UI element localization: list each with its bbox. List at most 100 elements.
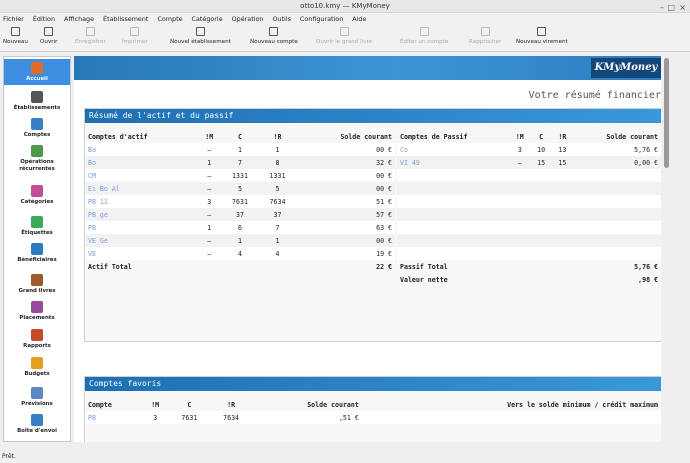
menu-compte[interactable]: Compte [157, 15, 182, 23]
min-balance [361, 411, 661, 424]
column-header: C [539, 133, 544, 141]
scrollbar-thumb[interactable] [664, 58, 669, 168]
sidebar-item-categories[interactable]: Catégories [4, 185, 70, 206]
sidebar-item-accueil[interactable]: Accueil [4, 59, 70, 85]
menu-affichage[interactable]: Affichage [64, 15, 94, 23]
table-header-row: Comptes de Passif !M C !R Solde courant [397, 131, 661, 143]
sidebar-item-label: Budgets [24, 371, 50, 377]
empty-cell [530, 260, 551, 273]
toolbar-label: Éditer un compte [400, 39, 449, 45]
investment-icon [31, 301, 43, 313]
account-link[interactable]: CM [85, 169, 198, 182]
empty-row [397, 221, 661, 234]
account-link[interactable]: VE [85, 247, 198, 260]
toolbar-imprimer-button[interactable]: Imprimer [122, 27, 148, 45]
toolbar-nouveau-button[interactable]: Nouveau [3, 27, 28, 45]
menu-edition[interactable]: Édition [33, 15, 55, 23]
toolbar-label: Rapprocher [469, 39, 502, 45]
toolbar-nouvel-etablissement-button[interactable]: Nouvel établissement [170, 27, 231, 45]
menu-etablissement[interactable]: Établissement [103, 15, 148, 23]
cleared-count: 7631 [168, 411, 211, 424]
toolbar-label: Ouvrir [40, 39, 58, 45]
table-row: VI 49–15 15 0,00 € [397, 156, 661, 169]
assets-total-row: Actif Total 22 € [85, 260, 395, 273]
sidebar-item-etablissements[interactable]: Établissements [4, 91, 70, 112]
header-banner: KMyMoney [74, 56, 661, 80]
unreconciled-count: 7634 [258, 195, 297, 208]
column-header: Comptes d'actif [88, 133, 148, 141]
menubar: Fichier Édition Affichage Établissement Comp… [0, 13, 690, 25]
sidebar-item-label: Prévisions [21, 401, 53, 407]
payees-icon [31, 243, 43, 255]
account-link[interactable]: Ei Bo Al [85, 182, 198, 195]
sidebar-item-label: Établissements [13, 105, 61, 111]
account-link[interactable]: PB 11 [85, 195, 198, 208]
sidebar-item-label: Accueil [26, 76, 48, 82]
table-header-row: Comptes d'actif !M C !R Solde courant [85, 131, 395, 143]
empty-cell [551, 247, 574, 260]
sidebar-item-rapports[interactable]: Rapports [4, 329, 70, 350]
menu-outils[interactable]: Outils [272, 15, 290, 23]
accounts-icon [31, 118, 43, 130]
toolbar-label: Imprimer [122, 39, 148, 45]
unreconciled-count: 7634 [210, 411, 252, 424]
forecast-icon [31, 387, 43, 399]
net-worth-row: Valeur nette ,98 € [397, 273, 661, 286]
account-link[interactable]: Co [397, 143, 510, 156]
empty-cell [530, 247, 552, 260]
account-link[interactable]: Bo [85, 156, 198, 169]
toolbar-label: Enregistrer [75, 39, 106, 45]
sidebar-item-boite-d-envoi[interactable]: Boîte d'envoi [4, 414, 70, 435]
toolbar-enregistrer-button[interactable]: Enregistrer [75, 27, 106, 45]
cleared-count: 1 [221, 143, 259, 156]
empty-cell [397, 208, 510, 221]
new-icon [10, 27, 20, 36]
account-link[interactable]: VI 49 [397, 156, 510, 169]
missing-count: 1 [197, 156, 222, 169]
empty-cell [573, 247, 661, 260]
sidebar-item-etiquettes[interactable]: Étiquettes [4, 216, 70, 237]
scrollbar[interactable] [663, 56, 671, 442]
home-view: KMyMoney Votre résumé financier Résumé d… [74, 56, 661, 442]
toolbar-label: Ouvrir le grand livre [316, 39, 373, 45]
toolbar-rapprocher-button[interactable]: Rapprocher [469, 27, 501, 45]
toolbar-nouveau-compte-button[interactable]: Nouveau compte [250, 27, 298, 45]
account-link[interactable]: VE Ge [85, 234, 198, 247]
sidebar-item-beneficiaires[interactable]: Bénéficiaires [4, 243, 70, 264]
current-balance: ,51 € [251, 411, 362, 424]
missing-count: – [197, 247, 222, 260]
sidebar-item-comptes[interactable]: Comptes [4, 118, 70, 139]
menu-aide[interactable]: Aide [352, 15, 366, 23]
table-row: Bo 1 7 8 32 € [85, 156, 395, 169]
empty-cell [551, 208, 574, 221]
unreconciled-count: 7 [258, 221, 297, 234]
sidebar-item-operations-recurrentes[interactable]: Opérations récurrentes [4, 145, 70, 172]
empty-cell [573, 221, 661, 234]
account-link[interactable]: PB [85, 411, 142, 424]
menu-fichier[interactable]: Fichier [3, 15, 24, 23]
account-link[interactable]: PB ge [85, 208, 198, 221]
sidebar-item-placements[interactable]: Placements [4, 301, 70, 322]
menu-operation[interactable]: Opération [232, 15, 264, 23]
sidebar-item-budgets[interactable]: Budgets [4, 357, 70, 378]
toolbar-ouvrir-le-grand-livre-button[interactable]: Ouvrir le grand livre [316, 27, 372, 45]
account-link[interactable]: Ba [85, 143, 198, 156]
missing-count: – [197, 182, 222, 195]
sidebar: Accueil Établissements Comptes Opérations r… [3, 56, 71, 442]
toolbar-editer-un-compte-button[interactable]: Éditer un compte [400, 27, 448, 45]
toolbar-nouveau-virement-button[interactable]: Nouveau virement [516, 27, 568, 45]
menu-configuration[interactable]: Configuration [300, 15, 343, 23]
sidebar-item-grand-livres[interactable]: Grand livres [4, 274, 70, 295]
empty-cell [551, 169, 574, 182]
menu-categorie[interactable]: Catégorie [192, 15, 223, 23]
column-header: Vers le solde minimum / crédit maximum [507, 401, 658, 409]
sidebar-item-previsions[interactable]: Prévisions [4, 387, 70, 408]
empty-cell [552, 260, 573, 273]
account-link[interactable]: PB [85, 221, 198, 234]
toolbar-ouvrir-button[interactable]: Ouvrir [40, 27, 57, 45]
status-bar: Prêt. [2, 453, 16, 460]
total-label: Valeur nette [400, 275, 448, 284]
empty-cell [509, 260, 530, 273]
cleared-count: 15 [530, 156, 552, 169]
empty-cell [509, 195, 531, 208]
